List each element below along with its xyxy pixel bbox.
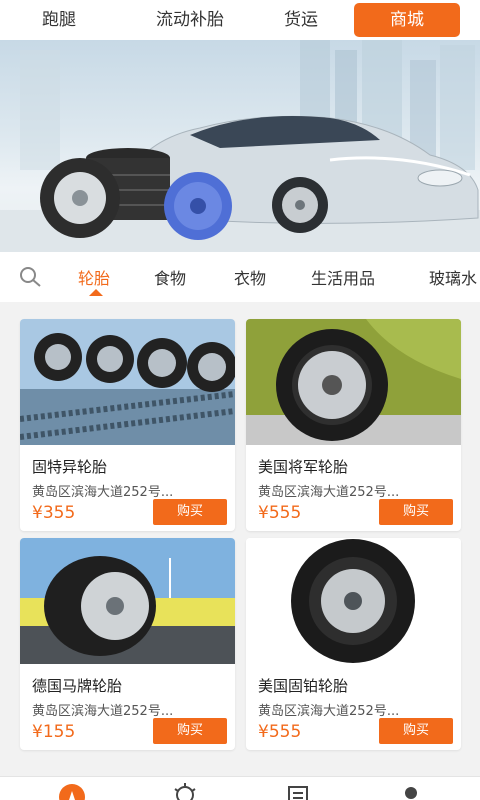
- tab-errand[interactable]: 跑腿: [24, 3, 94, 37]
- product-price: ¥155: [32, 722, 76, 742]
- product-image: [20, 538, 235, 664]
- banner-car-tires-image: [0, 40, 480, 252]
- category-daily-goods[interactable]: 生活用品: [311, 265, 375, 289]
- buy-button[interactable]: 购买: [153, 718, 227, 744]
- profile-icon[interactable]: [397, 783, 425, 800]
- product-card[interactable]: 固特异轮胎 黄岛区滨海大道252号... ¥355 购买: [20, 319, 235, 531]
- category-bar: 轮胎 食物 衣物 生活用品 玻璃水: [0, 252, 480, 302]
- product-card[interactable]: 美国将军轮胎 黄岛区滨海大道252号... ¥555 购买: [246, 319, 461, 531]
- product-image: [246, 538, 461, 664]
- product-card[interactable]: 德国马牌轮胎 黄岛区滨海大道252号... ¥155 购买: [20, 538, 235, 750]
- buy-button[interactable]: 购买: [379, 499, 453, 525]
- category-washer-fluid[interactable]: 玻璃水: [429, 265, 477, 289]
- document-icon[interactable]: [284, 783, 312, 800]
- top-tab-bar: 跑腿 流动补胎 货运 商城: [0, 0, 480, 40]
- product-name: 美国固铂轮胎: [258, 677, 349, 695]
- buy-button[interactable]: 购买: [379, 718, 453, 744]
- tab-mall[interactable]: 商城: [354, 3, 460, 37]
- product-address: 黄岛区滨海大道252号...: [32, 485, 174, 500]
- product-name: 德国马牌轮胎: [32, 677, 123, 695]
- product-image: [20, 319, 235, 445]
- product-address: 黄岛区滨海大道252号...: [258, 485, 400, 500]
- category-clothing[interactable]: 衣物: [234, 265, 266, 289]
- search-icon[interactable]: [18, 266, 44, 288]
- product-address: 黄岛区滨海大道252号...: [258, 704, 400, 719]
- active-category-indicator: [89, 289, 103, 296]
- product-image: [246, 319, 461, 445]
- product-price: ¥555: [258, 722, 302, 742]
- product-card[interactable]: 美国固铂轮胎 黄岛区滨海大道252号... ¥555 购买: [246, 538, 461, 750]
- category-food[interactable]: 食物: [154, 265, 186, 289]
- compass-icon[interactable]: [58, 783, 86, 800]
- product-price: ¥555: [258, 503, 302, 523]
- product-address: 黄岛区滨海大道252号...: [32, 704, 174, 719]
- buy-button[interactable]: 购买: [153, 499, 227, 525]
- tab-mobile-tire-repair[interactable]: 流动补胎: [140, 3, 240, 37]
- category-tires[interactable]: 轮胎: [78, 265, 110, 289]
- promo-banner[interactable]: [0, 40, 480, 252]
- bottom-nav: [0, 776, 480, 800]
- tab-freight[interactable]: 货运: [266, 3, 336, 37]
- product-name: 美国将军轮胎: [258, 458, 349, 476]
- lightbulb-icon[interactable]: [171, 783, 199, 800]
- product-price: ¥355: [32, 503, 76, 523]
- product-name: 固特异轮胎: [32, 458, 108, 476]
